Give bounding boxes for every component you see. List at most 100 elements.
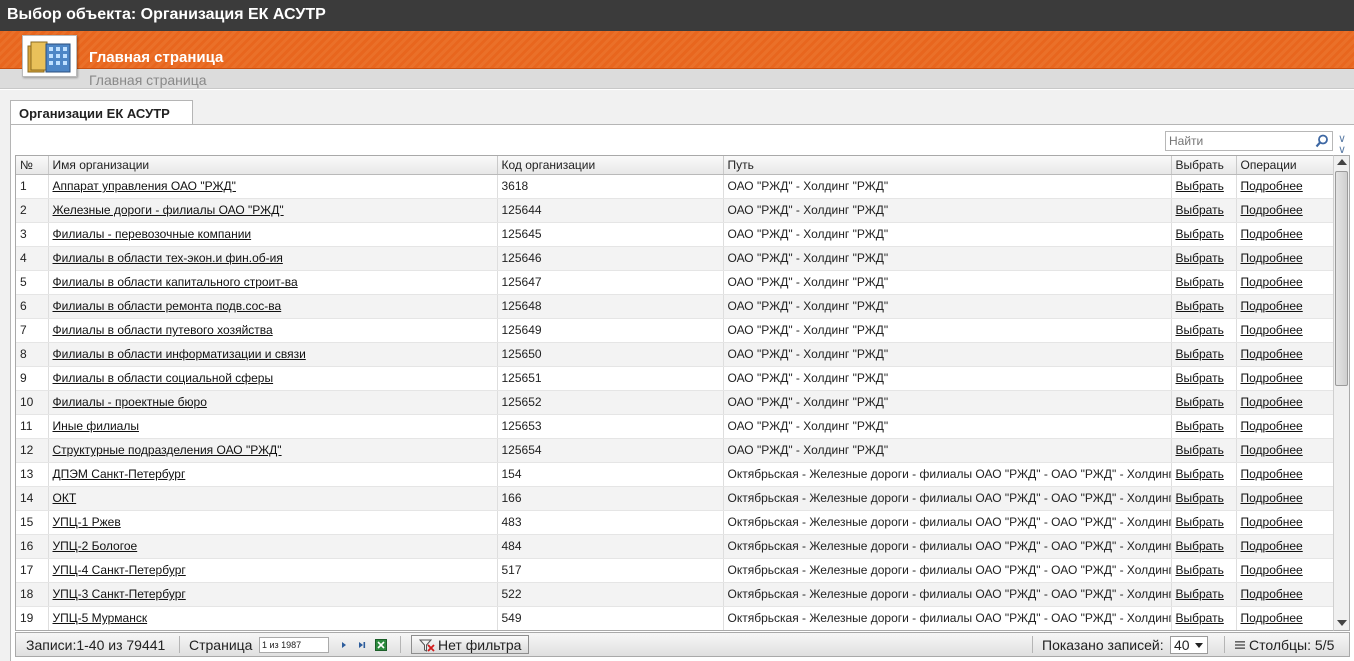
table-row[interactable]: 2 Железные дороги - филиалы ОАО "РЖД" 1256…: [16, 198, 1335, 223]
select-link[interactable]: Выбрать: [1176, 515, 1224, 529]
table-cell[interactable]: УПЦ-5 Мурманск: [48, 606, 498, 630]
table-row[interactable]: 13 ДПЭМ Санкт-Петербург 154 Октябрьская - Ж…: [16, 462, 1335, 487]
table-cell[interactable]: Филиалы в области ремонта подв.сос-ва: [48, 294, 498, 319]
details-link[interactable]: Подробнее: [1241, 299, 1303, 313]
table-cell[interactable]: Выбрать: [1171, 582, 1237, 607]
search-input[interactable]: [1166, 132, 1306, 150]
organization-name-link[interactable]: Филиалы - проектные бюро: [53, 395, 207, 409]
organization-name-link[interactable]: Иные филиалы: [53, 419, 139, 433]
tab-organizations[interactable]: Организации ЕК АСУТР: [10, 100, 193, 125]
select-link[interactable]: Выбрать: [1176, 227, 1224, 241]
organization-name-link[interactable]: ОКТ: [53, 491, 77, 505]
table-cell[interactable]: Выбрать: [1171, 606, 1237, 630]
details-link[interactable]: Подробнее: [1241, 515, 1303, 529]
details-link[interactable]: Подробнее: [1241, 467, 1303, 481]
table-cell[interactable]: Структурные подразделения ОАО "РЖД": [48, 438, 498, 463]
table-cell[interactable]: Выбрать: [1171, 438, 1237, 463]
table-cell[interactable]: Выбрать: [1171, 270, 1237, 295]
table-row[interactable]: 10 Филиалы - проектные бюро 125652 ОАО "РЖД…: [16, 390, 1335, 415]
details-link[interactable]: Подробнее: [1241, 443, 1303, 457]
table-cell[interactable]: Филиалы - проектные бюро: [48, 390, 498, 415]
table-cell[interactable]: Подробнее: [1236, 318, 1335, 343]
table-row[interactable]: 6 Филиалы в области ремонта подв.сос-ва 12…: [16, 294, 1335, 319]
last-page-icon[interactable]: [356, 639, 368, 651]
table-row[interactable]: 11 Иные филиалы 125653 ОАО "РЖД" - Холдинг …: [16, 414, 1335, 439]
column-header-select[interactable]: Выбрать: [1171, 156, 1237, 175]
details-link[interactable]: Подробнее: [1241, 251, 1303, 265]
details-link[interactable]: Подробнее: [1241, 227, 1303, 241]
details-link[interactable]: Подробнее: [1241, 563, 1303, 577]
organization-name-link[interactable]: Железные дороги - филиалы ОАО "РЖД": [53, 203, 284, 217]
table-cell[interactable]: Подробнее: [1236, 222, 1335, 247]
table-cell[interactable]: Выбрать: [1171, 246, 1237, 271]
next-page-icon[interactable]: [338, 639, 350, 651]
table-cell[interactable]: Выбрать: [1171, 342, 1237, 367]
table-row[interactable]: 16 УПЦ-2 Бологое 484 Октябрьская - Железные…: [16, 534, 1335, 559]
select-link[interactable]: Выбрать: [1176, 563, 1224, 577]
table-cell[interactable]: Выбрать: [1171, 510, 1237, 535]
details-link[interactable]: Подробнее: [1241, 347, 1303, 361]
table-cell[interactable]: Выбрать: [1171, 318, 1237, 343]
organization-name-link[interactable]: Филиалы - перевозочные компании: [53, 227, 252, 241]
details-link[interactable]: Подробнее: [1241, 323, 1303, 337]
organization-name-link[interactable]: УПЦ-4 Санкт-Петербург: [53, 563, 186, 577]
select-link[interactable]: Выбрать: [1176, 203, 1224, 217]
table-row[interactable]: 8 Филиалы в области информатизации и связ…: [16, 342, 1335, 367]
details-link[interactable]: Подробнее: [1241, 419, 1303, 433]
table-cell[interactable]: Подробнее: [1236, 270, 1335, 295]
table-row[interactable]: 18 УПЦ-3 Санкт-Петербург 522 Октябрьская - …: [16, 582, 1335, 607]
table-row[interactable]: 14 ОКТ 166 Октябрьская - Железные дороги - …: [16, 486, 1335, 511]
page-size-select[interactable]: 40: [1170, 636, 1208, 654]
select-link[interactable]: Выбрать: [1176, 395, 1224, 409]
page-number-input[interactable]: 1 из 1987: [259, 637, 329, 653]
select-link[interactable]: Выбрать: [1176, 371, 1224, 385]
table-cell[interactable]: Подробнее: [1236, 294, 1335, 319]
table-cell[interactable]: Выбрать: [1171, 462, 1237, 487]
table-cell[interactable]: Подробнее: [1236, 534, 1335, 559]
table-cell[interactable]: Иные филиалы: [48, 414, 498, 439]
organization-name-link[interactable]: УПЦ-3 Санкт-Петербург: [53, 587, 186, 601]
no-filter-button[interactable]: Нет фильтра: [411, 635, 529, 654]
table-cell[interactable]: Подробнее: [1236, 390, 1335, 415]
select-link[interactable]: Выбрать: [1176, 611, 1224, 625]
table-cell[interactable]: ОКТ: [48, 486, 498, 511]
details-link[interactable]: Подробнее: [1241, 611, 1303, 625]
table-cell[interactable]: Подробнее: [1236, 582, 1335, 607]
table-cell[interactable]: Выбрать: [1171, 558, 1237, 583]
details-link[interactable]: Подробнее: [1241, 539, 1303, 553]
details-link[interactable]: Подробнее: [1241, 587, 1303, 601]
details-link[interactable]: Подробнее: [1241, 371, 1303, 385]
table-cell[interactable]: Подробнее: [1236, 366, 1335, 391]
table-cell[interactable]: Выбрать: [1171, 198, 1237, 223]
table-cell[interactable]: УПЦ-4 Санкт-Петербург: [48, 558, 498, 583]
table-cell[interactable]: Филиалы - перевозочные компании: [48, 222, 498, 247]
table-cell[interactable]: Подробнее: [1236, 486, 1335, 511]
organization-name-link[interactable]: УПЦ-1 Ржев: [53, 515, 121, 529]
details-link[interactable]: Подробнее: [1241, 275, 1303, 289]
column-header-operations[interactable]: Операции: [1236, 156, 1335, 175]
table-cell[interactable]: Филиалы в области социальной сферы: [48, 366, 498, 391]
select-link[interactable]: Выбрать: [1176, 323, 1224, 337]
table-cell[interactable]: Филиалы в области информатизации и связи: [48, 342, 498, 367]
table-cell[interactable]: Аппарат управления ОАО "РЖД": [48, 174, 498, 199]
table-cell[interactable]: Выбрать: [1171, 222, 1237, 247]
table-row[interactable]: 5 Филиалы в области капитального строит-в…: [16, 270, 1335, 295]
select-link[interactable]: Выбрать: [1176, 179, 1224, 193]
table-row[interactable]: 19 УПЦ-5 Мурманск 549 Октябрьская - Железны…: [16, 606, 1335, 630]
table-cell[interactable]: Выбрать: [1171, 534, 1237, 559]
select-link[interactable]: Выбрать: [1176, 275, 1224, 289]
table-cell[interactable]: Филиалы в области капитального строит-ва: [48, 270, 498, 295]
table-cell[interactable]: Выбрать: [1171, 390, 1237, 415]
scroll-thumb[interactable]: [1335, 171, 1348, 386]
details-link[interactable]: Подробнее: [1241, 179, 1303, 193]
table-cell[interactable]: Подробнее: [1236, 462, 1335, 487]
select-link[interactable]: Выбрать: [1176, 491, 1224, 505]
table-row[interactable]: 3 Филиалы - перевозочные компании 125645 ОА…: [16, 222, 1335, 247]
table-cell[interactable]: Подробнее: [1236, 438, 1335, 463]
column-header-path[interactable]: Путь: [723, 156, 1172, 175]
table-cell[interactable]: Подробнее: [1236, 510, 1335, 535]
table-cell[interactable]: Подробнее: [1236, 414, 1335, 439]
table-cell[interactable]: Подробнее: [1236, 342, 1335, 367]
organization-name-link[interactable]: УПЦ-5 Мурманск: [53, 611, 148, 625]
table-cell[interactable]: Подробнее: [1236, 198, 1335, 223]
